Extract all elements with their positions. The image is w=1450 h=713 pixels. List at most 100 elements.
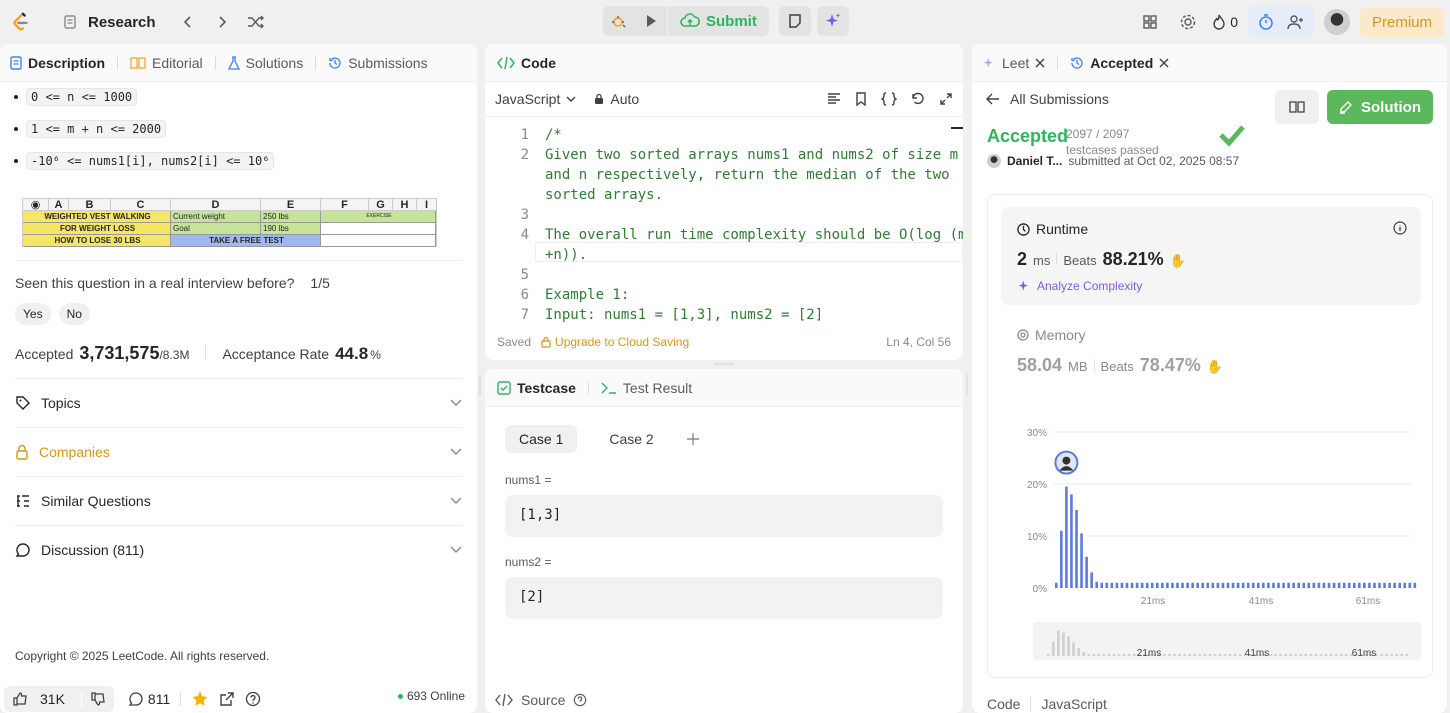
source-toggle[interactable]: Source	[495, 692, 587, 708]
overview-bar	[1284, 654, 1287, 656]
runtime-distribution-chart[interactable]: 30% 20% 10% 0% 21ms 41ms 61ms 21ms 41ms 61ms	[1003, 420, 1423, 665]
problem-list-breadcrumb[interactable]: Research	[62, 14, 156, 31]
tab-editorial[interactable]: Editorial	[130, 55, 203, 71]
overview-bar	[1228, 654, 1232, 656]
overview-bar	[1339, 654, 1343, 656]
tab-description[interactable]: Description	[10, 55, 105, 71]
code-line: and n respectively, return the median of…	[545, 167, 950, 183]
curly-braces-icon[interactable]	[881, 92, 897, 106]
code-line: Example 1:	[545, 287, 630, 303]
discussion-accordion[interactable]: Discussion (811)	[15, 525, 462, 574]
interview-count: 1/5	[310, 275, 330, 291]
memory-card[interactable]: Memory 58.04 MB Beats 78.47% ✋	[1017, 327, 1223, 376]
overview-tick-label: 21ms	[1137, 648, 1161, 659]
nums1-label: nums1 =	[505, 473, 552, 487]
timer-icon[interactable]	[1252, 8, 1280, 36]
star-icon[interactable]	[191, 690, 209, 708]
leetcode-logo-icon[interactable]	[10, 11, 32, 33]
topics-accordion[interactable]: Topics	[15, 378, 462, 427]
language-select[interactable]: JavaScript	[495, 91, 576, 107]
tab-test-result[interactable]: Test Result	[601, 380, 692, 396]
distribution-bar	[1115, 582, 1119, 588]
dislike-button[interactable]	[80, 691, 114, 707]
description-footer: 31K 811	[4, 686, 261, 712]
add-friend-icon[interactable]	[1282, 8, 1310, 36]
like-button[interactable]: 31K	[4, 691, 81, 707]
streak-counter[interactable]: 0	[1212, 14, 1238, 30]
distribution-bar	[1206, 582, 1210, 588]
yes-button[interactable]: Yes	[15, 303, 51, 325]
analyze-complexity-link[interactable]: Analyze Complexity	[1017, 279, 1142, 293]
code-line: sorted arrays.	[545, 187, 664, 203]
run-play-icon[interactable]	[635, 6, 667, 36]
mode-toggle[interactable]: Auto	[594, 91, 639, 107]
case-2-tab[interactable]: Case 2	[595, 425, 667, 453]
companies-accordion[interactable]: Companies	[15, 427, 462, 476]
close-icon[interactable]	[1159, 58, 1169, 68]
user-avatar[interactable]	[1323, 9, 1350, 35]
upgrade-cloud-saving-link[interactable]: Upgrade to Cloud Saving	[541, 335, 689, 349]
tab-testcase[interactable]: Testcase	[497, 380, 576, 396]
settings-gear-icon[interactable]	[1174, 8, 1202, 36]
overview-bar	[1102, 654, 1106, 656]
panel-resize-handle[interactable]	[479, 375, 481, 395]
bookmark-icon[interactable]	[855, 92, 867, 106]
tab-submissions[interactable]: Submissions	[328, 55, 428, 71]
distribution-bar	[1130, 582, 1134, 588]
close-icon[interactable]	[1035, 58, 1045, 68]
panel-resize-handle[interactable]	[714, 363, 734, 365]
sheet-cell: 190 lbs	[261, 223, 321, 235]
no-button[interactable]: No	[58, 303, 90, 325]
nums1-input[interactable]: [1,3]	[505, 495, 943, 537]
premium-button[interactable]: Premium	[1359, 7, 1444, 37]
format-align-icon[interactable]	[827, 92, 841, 106]
shuffle-icon[interactable]	[242, 8, 270, 36]
tab-accepted[interactable]: Accepted	[1070, 55, 1169, 71]
distribution-bar	[1140, 582, 1144, 588]
distribution-bar	[1327, 582, 1331, 588]
prev-problem-chevron-left-icon[interactable]	[174, 8, 202, 36]
panel-resize-handle[interactable]	[966, 375, 968, 395]
submitter-name[interactable]: Daniel T...	[1007, 154, 1062, 168]
distribution-bar	[1110, 582, 1114, 588]
solution-button[interactable]: Solution	[1327, 90, 1433, 124]
line-number: 1	[520, 127, 529, 143]
tab-leet[interactable]: Leet	[982, 55, 1045, 71]
runtime-label: Runtime	[1036, 221, 1089, 237]
submit-button[interactable]: Submit	[667, 6, 769, 36]
tab-solutions[interactable]: Solutions	[227, 55, 303, 71]
arrow-left-icon[interactable]	[986, 93, 1000, 105]
debug-bug-icon[interactable]	[603, 6, 635, 36]
layout-grid-icon[interactable]	[1136, 8, 1164, 36]
interview-question: Seen this question in a real interview b…	[15, 275, 477, 291]
all-submissions-link[interactable]: All Submissions	[1010, 91, 1109, 107]
help-circle-icon[interactable]	[245, 691, 261, 707]
expand-icon[interactable]	[939, 92, 953, 106]
constraint-item: 1 <= m + n <= 2000	[14, 120, 477, 138]
nums2-input[interactable]: [2]	[505, 577, 943, 619]
comments-button[interactable]: 811	[128, 691, 170, 707]
notebook-button[interactable]	[1275, 90, 1319, 124]
ai-assistant-button[interactable]	[816, 6, 849, 36]
breadcrumb-title: Research	[88, 13, 156, 31]
scrollbar-indicator[interactable]	[951, 127, 963, 129]
distribution-bar	[1352, 582, 1356, 588]
tab-code[interactable]: Code	[497, 55, 556, 71]
info-icon[interactable]	[1393, 221, 1407, 235]
add-case-plus-icon[interactable]	[686, 432, 700, 446]
share-external-icon[interactable]	[219, 691, 235, 707]
code-editor[interactable]: 1 /* 2 Given two sorted arrays nums1 and nu…	[485, 116, 963, 326]
overview-bar	[1309, 654, 1313, 656]
runtime-card[interactable]: Runtime 2 ms Beats 88.21% ✋ Analyze Comp…	[1001, 207, 1421, 305]
distribution-bar	[1347, 582, 1351, 588]
next-problem-chevron-right-icon[interactable]	[208, 8, 236, 36]
notes-button[interactable]	[778, 6, 811, 36]
editor-status-bar: Saved Upgrade to Cloud Saving Ln 4, Col …	[497, 335, 951, 349]
help-circle-icon[interactable]	[573, 693, 587, 707]
constraint-code: 1 <= m + n <= 2000	[26, 120, 167, 138]
similar-questions-accordion[interactable]: Similar Questions	[15, 476, 462, 525]
reset-undo-icon[interactable]	[911, 92, 925, 106]
case-1-tab[interactable]: Case 1	[505, 425, 578, 453]
comment-count: 811	[147, 691, 171, 707]
overview-bar	[1132, 654, 1136, 656]
